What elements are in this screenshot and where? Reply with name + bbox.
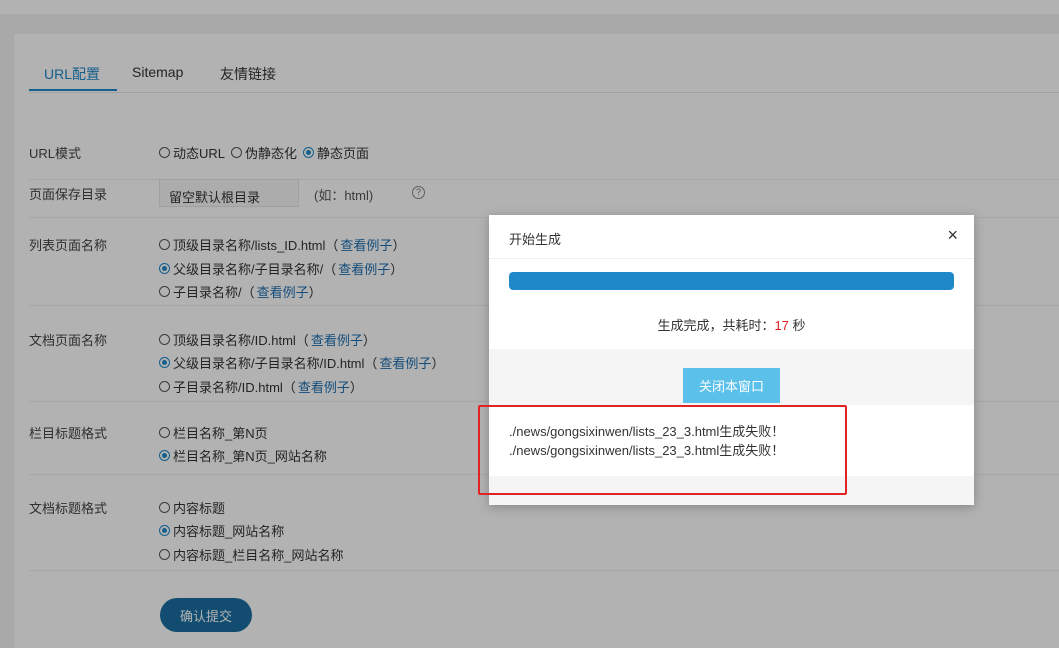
progress-bar xyxy=(509,272,954,290)
dialog-header-divider xyxy=(489,258,974,259)
dialog-title: 开始生成 xyxy=(509,232,562,247)
annotation-highlight-box xyxy=(478,405,847,495)
close-window-button[interactable]: 关闭本窗口 xyxy=(683,368,780,403)
status-prefix: 生成完成，共耗时： xyxy=(657,318,775,333)
status-text: 生成完成，共耗时：17 秒 xyxy=(489,315,974,334)
progress-bar-fill xyxy=(509,272,954,290)
status-suffix: 秒 xyxy=(788,318,806,333)
close-icon[interactable]: × xyxy=(947,226,958,244)
dialog-footer: 关闭本窗口 xyxy=(489,349,974,405)
elapsed-seconds: 17 xyxy=(774,318,789,333)
